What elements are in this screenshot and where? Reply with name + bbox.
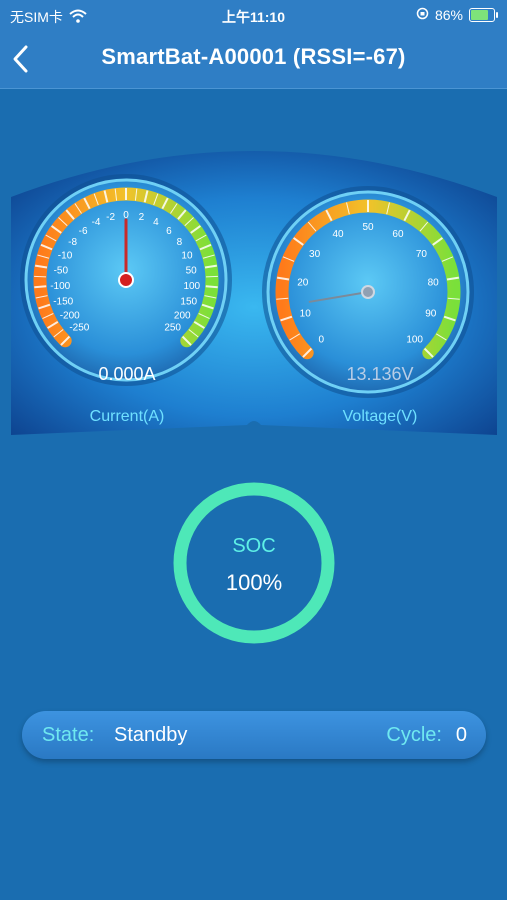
voltage-tick-label: 90 xyxy=(425,308,437,319)
state-value: Standby xyxy=(114,724,188,746)
current-tick-label: -150 xyxy=(53,296,73,307)
soc-value: 100% xyxy=(225,570,283,595)
current-tick-label: -50 xyxy=(54,266,69,277)
current-tick-label: 10 xyxy=(181,251,193,262)
voltage-tick-label: 10 xyxy=(300,308,312,319)
gauge-panel-graphic: -250 -200 -150 -100 -50 -10 -8-6 -4 -2 0 2 468 10 50 1… xyxy=(11,151,497,435)
voltage-tick-label: 80 xyxy=(428,278,440,289)
current-tick-label: -6 xyxy=(79,226,88,237)
voltage-tick-label: 50 xyxy=(362,222,374,233)
state-label: State: xyxy=(42,724,95,746)
status-right: 86% xyxy=(416,7,498,23)
voltage-needle-hub xyxy=(361,285,375,299)
voltage-tick-label: 60 xyxy=(392,229,404,240)
current-tick-mark xyxy=(205,285,218,289)
current-tick-label: -100 xyxy=(50,281,70,292)
current-tick-label: 50 xyxy=(186,266,198,277)
state-bar: State: Standby Cycle: 0 xyxy=(22,711,486,759)
status-bar: 无SIM卡 上午11:10 86% xyxy=(0,0,507,30)
current-tick-label: 8 xyxy=(177,237,183,248)
current-title: Current(A) xyxy=(89,408,165,425)
orientation-lock-icon xyxy=(416,7,429,23)
current-tick-label: -4 xyxy=(92,217,101,228)
current-tick-label: 6 xyxy=(166,226,172,237)
current-tick-label: 150 xyxy=(180,296,197,307)
page-title: SmartBat-A00001 (RSSI=-67) xyxy=(101,44,406,69)
current-tick-label: -8 xyxy=(68,237,77,248)
gauge-panel: -250 -200 -150 -100 -50 -10 -8 -6 -4 -2 0 2 4 6 8 10 50 1… xyxy=(11,135,497,435)
current-tick-label: 250 xyxy=(164,323,181,334)
current-tick-label: 100 xyxy=(183,281,200,292)
current-gauge: -250-200-150-100-50-10-8-6-4 -2 0 2 46810501… xyxy=(20,174,232,386)
current-tick-mark xyxy=(34,285,47,289)
current-tick-label: -200 xyxy=(60,310,80,321)
voltage-tick-label: 70 xyxy=(416,249,428,260)
cycle-label: Cycle: xyxy=(386,724,442,746)
current-tick-label: -250 xyxy=(69,323,89,334)
nav-bar: SmartBat-A00001 (RSSI=-67) xyxy=(0,30,507,89)
voltage-tick-label: 100 xyxy=(406,335,423,346)
voltage-reading: 13.136V xyxy=(346,364,414,384)
current-needle-hub xyxy=(118,272,134,288)
battery-percent: 86% xyxy=(434,7,463,23)
cycle-value: 0 xyxy=(455,724,467,746)
current-tick-label: 2 xyxy=(139,212,145,223)
current-reading: 0.000A xyxy=(98,364,156,384)
current-tick-label: 4 xyxy=(153,217,159,228)
voltage-tick-label: 20 xyxy=(297,278,309,289)
current-tick-label: -10 xyxy=(58,251,73,262)
soc-label: SOC xyxy=(232,535,276,557)
current-tick-label: -2 xyxy=(106,212,115,223)
voltage-tick-label: 40 xyxy=(332,229,344,240)
current-tick-label: 200 xyxy=(174,310,191,321)
voltage-tick-label: 0 xyxy=(319,335,325,346)
voltage-tick-label: 30 xyxy=(309,249,321,260)
battery-icon xyxy=(469,8,498,22)
voltage-title: Voltage(V) xyxy=(342,408,418,425)
soc-ring xyxy=(173,482,335,644)
